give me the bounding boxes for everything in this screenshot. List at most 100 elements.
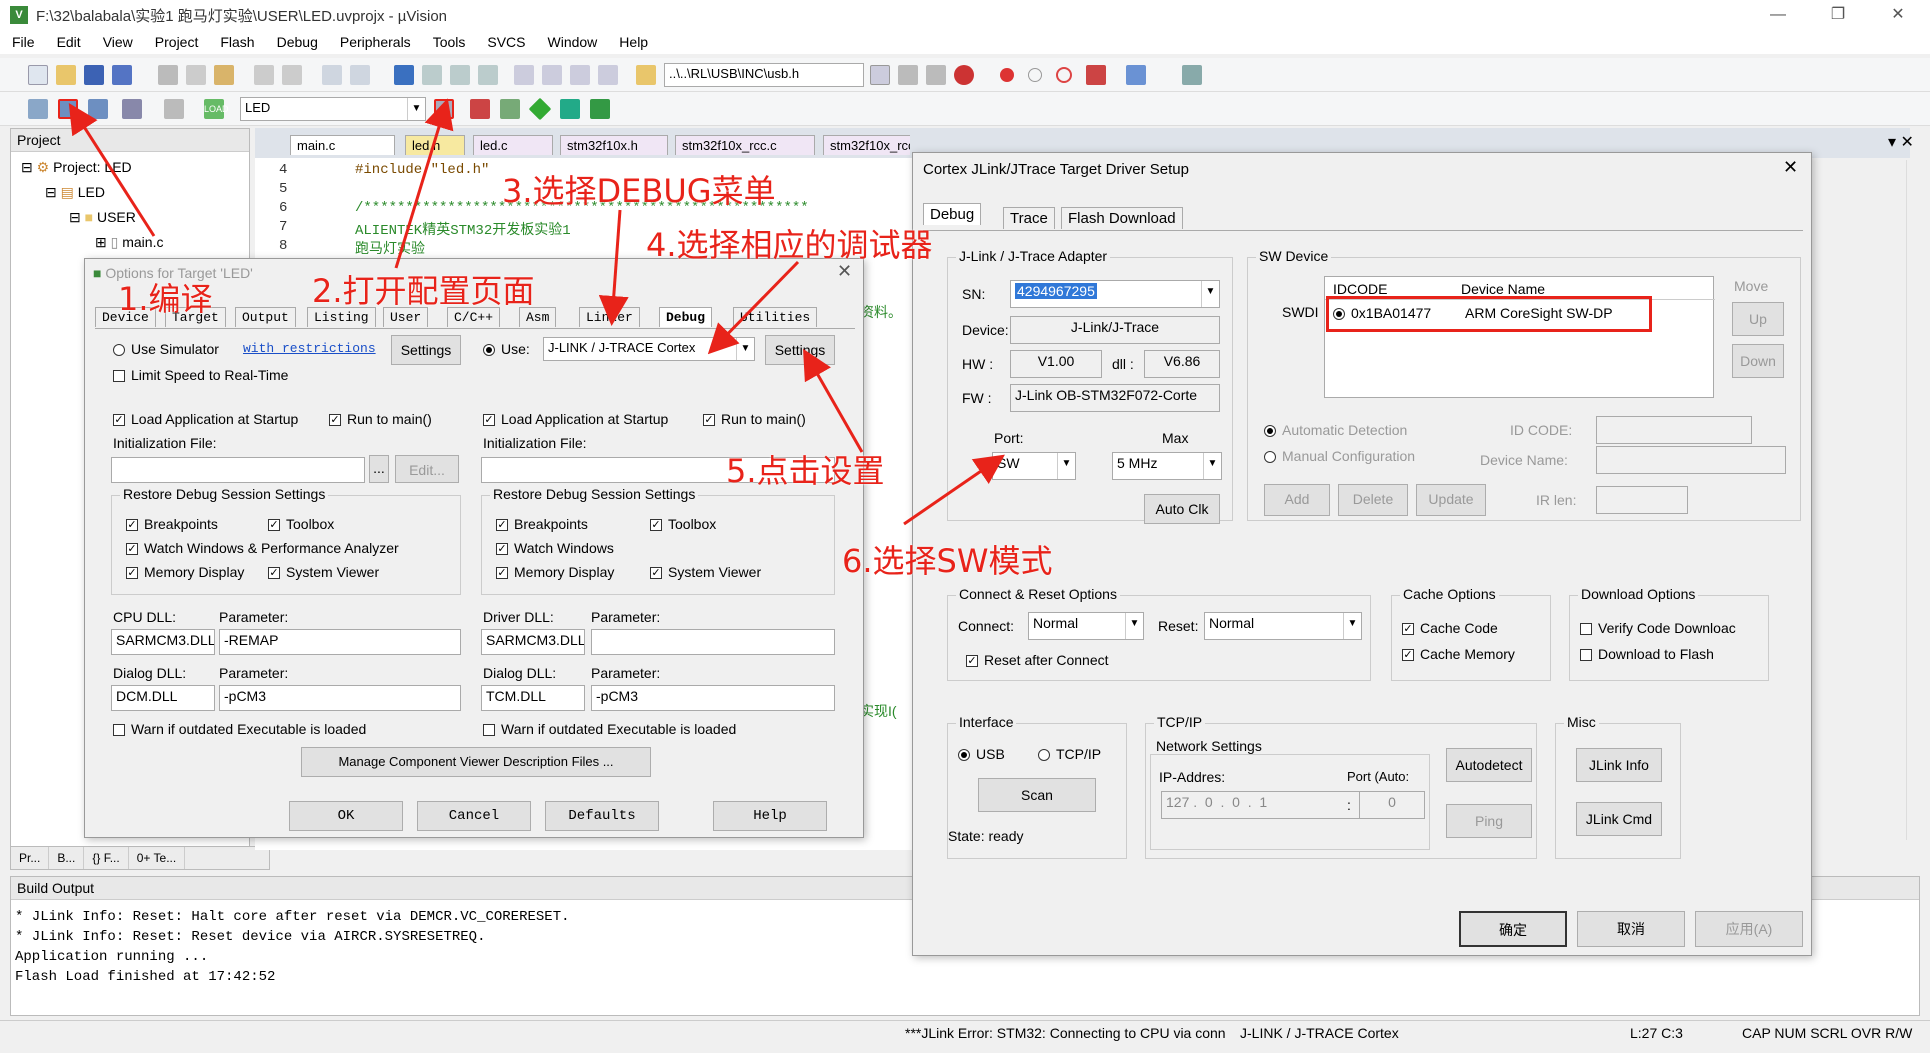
add-button[interactable]: Add	[1264, 484, 1330, 516]
panel-tab-3[interactable]: 0+ Te...	[129, 847, 186, 869]
menu-window[interactable]: Window	[548, 34, 598, 50]
menu-edit[interactable]: Edit	[57, 34, 81, 50]
cache-code-checkbox[interactable]: ✓ Cache Code	[1402, 620, 1498, 636]
panel-tab-0[interactable]: Pr...	[11, 847, 50, 869]
editor-tab-2[interactable]: led.c	[473, 135, 553, 155]
cache-memory-checkbox[interactable]: ✓ Cache Memory	[1402, 646, 1515, 662]
sw-device-row-highlight[interactable]: 0x1BA01477 ARM CoreSight SW-DP	[1326, 296, 1652, 332]
bookmark-icon[interactable]	[394, 65, 414, 85]
menu-svcs[interactable]: SVCS	[487, 34, 525, 50]
with-restrictions-link[interactable]: with restrictions	[243, 341, 376, 356]
manage-component-button[interactable]: Manage Component Viewer Description File…	[301, 747, 651, 777]
tree-target[interactable]: ⊟ ▤ LED	[45, 184, 105, 201]
options-ok-button[interactable]: OK	[289, 801, 403, 831]
find-icon[interactable]	[898, 65, 918, 85]
verify-code-checkbox[interactable]: Verify Code Downloac	[1580, 620, 1736, 636]
debugger-select[interactable]: J-LINK / J-TRACE Cortex ▼	[543, 337, 755, 361]
copy-icon[interactable]	[186, 65, 206, 85]
menu-view[interactable]: View	[103, 34, 133, 50]
rte-icon[interactable]	[590, 99, 610, 119]
undo-icon[interactable]	[254, 65, 274, 85]
translate-icon[interactable]	[28, 99, 48, 119]
download-icon[interactable]: LOAD	[204, 99, 229, 119]
dialog-dll-input[interactable]: DCM.DLL	[111, 685, 215, 711]
close-window-button[interactable]: ✕	[1870, 0, 1926, 30]
menu-debug[interactable]: Debug	[277, 34, 318, 50]
jlink-apply-button[interactable]: 应用(A)	[1695, 911, 1803, 947]
editor-tab-4[interactable]: stm32f10x_rcc.c	[675, 135, 815, 155]
right-warn-checkbox[interactable]: Warn if outdated Executable is loaded	[483, 721, 736, 737]
sim-settings-button[interactable]: Settings	[391, 335, 461, 365]
left-edit-button[interactable]: Edit...	[395, 455, 459, 483]
port-select[interactable]: SW ▼	[992, 452, 1076, 480]
window-layout-icon[interactable]	[1126, 65, 1146, 85]
left-init-file-input[interactable]	[111, 457, 365, 483]
debug-toggle-icon[interactable]	[926, 65, 946, 85]
nav-forward-icon[interactable]	[350, 65, 370, 85]
up-button[interactable]: Up	[1732, 302, 1784, 336]
right-dialog-param-input[interactable]: -pCM3	[591, 685, 835, 711]
sw-device-table[interactable]: IDCODE Device Name	[1324, 276, 1715, 398]
right-memory-checkbox[interactable]: ✓ Memory Display	[496, 564, 614, 580]
ping-button[interactable]: Ping	[1446, 804, 1532, 838]
find-in-files-icon[interactable]	[636, 65, 656, 85]
editor-tab-3[interactable]: stm32f10x.h	[560, 135, 668, 155]
use-simulator-radio[interactable]: Use Simulator	[113, 341, 219, 357]
breakpoint-all-icon[interactable]	[1086, 65, 1106, 85]
pack-installer-icon[interactable]	[528, 97, 552, 121]
manage-project-icon[interactable]	[470, 99, 490, 119]
editor-tab-1[interactable]: led.h	[405, 135, 465, 155]
tree-root[interactable]: ⊟ ⚙ Project: LED	[21, 159, 132, 176]
right-load-app-checkbox[interactable]: ✓ Load Application at Startup	[483, 411, 668, 427]
auto-clk-button[interactable]: Auto Clk	[1144, 494, 1220, 524]
right-dialog-dll-input[interactable]: TCM.DLL	[481, 685, 585, 711]
breakpoint-kill-icon[interactable]	[1056, 67, 1072, 83]
minimize-button[interactable]: —	[1750, 0, 1806, 30]
menu-tools[interactable]: Tools	[433, 34, 466, 50]
paste-icon[interactable]	[214, 65, 234, 85]
new-file-icon[interactable]	[28, 65, 48, 85]
jlink-info-button[interactable]: JLink Info	[1576, 748, 1662, 782]
indent-icon[interactable]	[514, 65, 534, 85]
jlink-cmd-button[interactable]: JLink Cmd	[1576, 802, 1662, 836]
rebuild-icon[interactable]	[88, 99, 108, 119]
down-button[interactable]: Down	[1732, 344, 1784, 378]
maximize-button[interactable]: ❐	[1810, 0, 1866, 30]
autodetect-button[interactable]: Autodetect	[1446, 748, 1532, 782]
menu-peripherals[interactable]: Peripherals	[340, 34, 411, 50]
tcp-port-input[interactable]: 0	[1359, 791, 1425, 819]
debugger-settings-button[interactable]: Settings	[765, 335, 835, 365]
left-breakpoints-checkbox[interactable]: ✓ Breakpoints	[126, 516, 218, 532]
tree-file[interactable]: ⊞ ▯ main.c	[95, 234, 163, 251]
dialog-param-input[interactable]: -pCM3	[219, 685, 461, 711]
options-defaults-button[interactable]: Defaults	[545, 801, 659, 831]
panel-tab-1[interactable]: B...	[49, 847, 85, 869]
start-debug-icon[interactable]	[954, 65, 974, 85]
reset-after-connect-checkbox[interactable]: ✓ Reset after Connect	[966, 652, 1109, 668]
scan-button[interactable]: Scan	[978, 778, 1096, 812]
left-browse-button[interactable]: ...	[369, 455, 389, 483]
options-tab-debug[interactable]: Debug	[659, 307, 713, 327]
right-run-main-checkbox[interactable]: ✓ Run to main()	[703, 411, 806, 427]
tree-group[interactable]: ⊟ ■ USER	[69, 209, 136, 226]
nav-back-icon[interactable]	[322, 65, 342, 85]
path-combo[interactable]: ..\..\RL\USB\INC\usb.h	[664, 63, 864, 87]
breakpoint-disable-icon[interactable]	[1028, 68, 1042, 82]
runtime-env-icon[interactable]	[560, 99, 580, 119]
options-help-button[interactable]: Help	[713, 801, 827, 831]
reset-select[interactable]: Normal ▼	[1204, 612, 1362, 640]
menu-file[interactable]: File	[12, 34, 35, 50]
ip-address-input[interactable]: 127 . 0 . 0 . 1	[1161, 791, 1377, 819]
editor-scrollbar[interactable]	[1906, 160, 1924, 840]
menu-help[interactable]: Help	[619, 34, 648, 50]
jlink-ok-button[interactable]: 确定	[1459, 911, 1567, 947]
usb-radio[interactable]: USB	[958, 746, 1005, 762]
jlink-tab-trace[interactable]: Trace	[1003, 207, 1055, 229]
sn-select[interactable]: 4294967295 ▼	[1010, 280, 1220, 308]
id-code-input[interactable]	[1596, 416, 1752, 444]
bookmark-next-icon[interactable]	[450, 65, 470, 85]
jlink-cancel-button[interactable]: 取消	[1577, 911, 1685, 947]
manual-config-radio[interactable]: Manual Configuration	[1264, 448, 1415, 464]
save-all-icon[interactable]	[112, 65, 132, 85]
menu-flash[interactable]: Flash	[220, 34, 254, 50]
